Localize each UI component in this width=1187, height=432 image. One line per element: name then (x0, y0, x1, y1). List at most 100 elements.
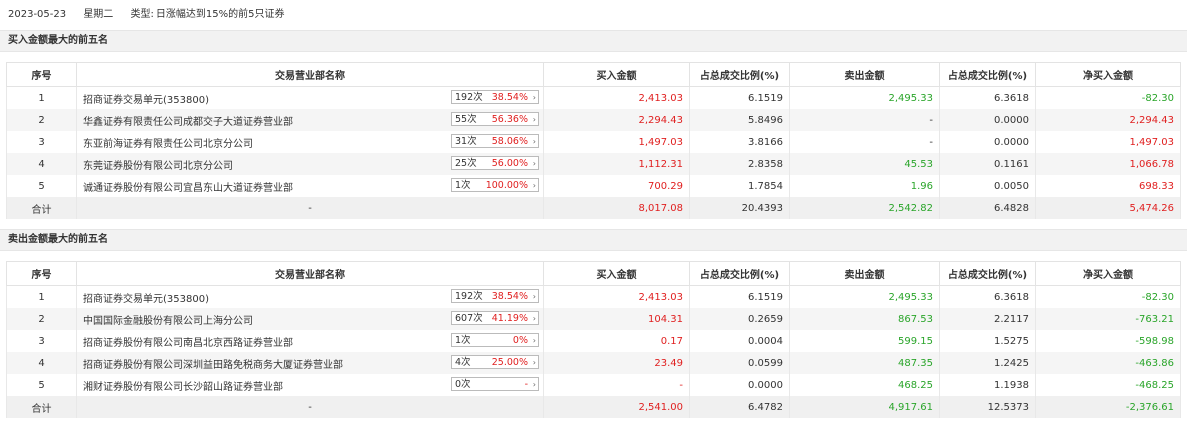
buy-ratio: 6.1519 (689, 86, 790, 109)
branch-name-link[interactable]: 招商证券股份有限公司深圳益田路免税商务大厦证券营业部 (83, 360, 343, 371)
total-label: 合计 (6, 396, 77, 418)
branch-name-cell: 招商证券股份有限公司南昌北京西路证券营业部 1次 0% › (76, 330, 544, 352)
total-label: 合计 (6, 197, 77, 219)
type-value-text: 日涨幅达到15%的前5只证券 (155, 9, 285, 20)
sell-amount: 1.96 (789, 175, 940, 197)
col-buy-ratio: 占总成交比例(%) (689, 62, 790, 87)
sell-table: 序号 交易营业部名称 买入金额 占总成交比例(%) 卖出金额 占总成交比例(%)… (6, 261, 1181, 418)
times-count: 1次 (455, 180, 471, 191)
chevron-right-icon: › (532, 380, 536, 389)
row-no: 5 (6, 175, 77, 197)
buy-ratio: 1.7854 (689, 175, 790, 197)
times-dropdown[interactable]: 31次 58.06% › (451, 134, 539, 148)
col-name: 交易营业部名称 (76, 261, 544, 286)
total-sell-ratio: 12.5373 (939, 396, 1036, 418)
chevron-right-icon: › (532, 181, 536, 190)
row-no: 2 (6, 109, 77, 131)
buy-amount: 1,112.31 (543, 153, 690, 175)
buy-amount: - (543, 374, 690, 396)
col-sell-ratio: 占总成交比例(%) (939, 261, 1036, 286)
branch-name-cell: 中国国际金融股份有限公司上海分公司 607次 41.19% › (76, 308, 544, 330)
date-text: 2023-05-23 (8, 9, 67, 20)
times-dropdown[interactable]: 25次 56.00% › (451, 156, 539, 170)
chevron-right-icon: › (532, 358, 536, 367)
buy-ratio: 0.0004 (689, 330, 790, 352)
times-count: 0次 (455, 379, 471, 390)
chevron-right-icon: › (532, 137, 536, 146)
net-amount: -463.86 (1035, 352, 1181, 374)
times-dropdown[interactable]: 607次 41.19% › (451, 311, 539, 325)
branch-name-link[interactable]: 诚通证券股份有限公司宜昌东山大道证券营业部 (83, 183, 293, 194)
branch-name-link[interactable]: 招商证券交易单元(353800) (83, 95, 209, 106)
type-label-text: 类型: (130, 9, 154, 20)
times-dropdown[interactable]: 192次 38.54% › (451, 90, 539, 104)
buy-ratio: 5.8496 (689, 109, 790, 131)
branch-name-link[interactable]: 中国国际金融股份有限公司上海分公司 (83, 316, 253, 327)
branch-name-link[interactable]: 招商证券股份有限公司南昌北京西路证券营业部 (83, 338, 293, 349)
buy-amount: 1,497.03 (543, 131, 690, 153)
sell-amount: 2,495.33 (789, 86, 940, 109)
net-amount: 2,294.43 (1035, 109, 1181, 131)
total-net: 5,474.26 (1035, 197, 1181, 219)
total-name: - (76, 396, 544, 418)
buy-amount: 0.17 (543, 330, 690, 352)
total-sell-ratio: 6.4828 (939, 197, 1036, 219)
branch-name-cell: 湘财证券股份有限公司长沙韶山路证券营业部 0次 - › (76, 374, 544, 396)
total-buy: 2,541.00 (543, 396, 690, 418)
sell-ratio: 0.1161 (939, 153, 1036, 175)
buy-ratio: 0.0000 (689, 374, 790, 396)
row-no: 4 (6, 352, 77, 374)
branch-name-link[interactable]: 华鑫证券有限责任公司成都交子大道证券营业部 (83, 117, 293, 128)
buy-section-title: 买入金额最大的前五名 (0, 30, 1187, 52)
row-no: 1 (6, 285, 77, 308)
times-percent: 25.00% (491, 357, 528, 368)
buy-ratio: 6.1519 (689, 285, 790, 308)
row-no: 3 (6, 330, 77, 352)
buy-ratio: 0.0599 (689, 352, 790, 374)
times-count: 4次 (455, 357, 471, 368)
times-dropdown[interactable]: 0次 - › (451, 377, 539, 391)
times-dropdown[interactable]: 1次 0% › (451, 333, 539, 347)
top-info-bar: 2023-05-23 星期二 类型: 日涨幅达到15%的前5只证券 (0, 0, 1187, 30)
times-dropdown[interactable]: 55次 56.36% › (451, 112, 539, 126)
times-dropdown[interactable]: 1次 100.00% › (451, 178, 539, 192)
col-buy: 买入金额 (543, 261, 690, 286)
times-dropdown[interactable]: 192次 38.54% › (451, 289, 539, 303)
branch-name-cell: 招商证券股份有限公司深圳益田路免税商务大厦证券营业部 4次 25.00% › (76, 352, 544, 374)
times-count: 1次 (455, 335, 471, 346)
col-no: 序号 (6, 261, 77, 286)
chevron-right-icon: › (532, 292, 536, 301)
col-net: 净买入金额 (1035, 62, 1181, 87)
total-row: 合计 -8,017.08 20.4393 2,542.82 6.4828 5,474.26 (6, 197, 1181, 219)
times-percent: - (524, 379, 528, 390)
type-label: 类型: 日涨幅达到15%的前5只证券 (131, 9, 285, 20)
net-amount: -82.30 (1035, 86, 1181, 109)
times-percent: 41.19% (491, 313, 528, 324)
net-amount: 698.33 (1035, 175, 1181, 197)
branch-name-link[interactable]: 招商证券交易单元(353800) (83, 294, 209, 305)
sell-ratio: 1.1938 (939, 374, 1036, 396)
branch-name-cell: 诚通证券股份有限公司宜昌东山大道证券营业部 1次 100.00% › (76, 175, 544, 197)
buy-amount: 700.29 (543, 175, 690, 197)
times-dropdown[interactable]: 4次 25.00% › (451, 355, 539, 369)
times-count: 192次 (455, 291, 483, 302)
buy-ratio: 3.8166 (689, 131, 790, 153)
times-percent: 100.00% (485, 180, 528, 191)
sell-amount: 2,495.33 (789, 285, 940, 308)
net-amount: -598.98 (1035, 330, 1181, 352)
sell-amount: 468.25 (789, 374, 940, 396)
buy-ratio: 2.8358 (689, 153, 790, 175)
branch-name-link[interactable]: 湘财证券股份有限公司长沙韶山路证券营业部 (83, 382, 283, 393)
buy-ratio: 0.2659 (689, 308, 790, 330)
col-sell-ratio: 占总成交比例(%) (939, 62, 1036, 87)
times-percent: 0% (512, 335, 528, 346)
times-percent: 58.06% (491, 136, 528, 147)
sell-ratio: 6.3618 (939, 86, 1036, 109)
col-net: 净买入金额 (1035, 261, 1181, 286)
branch-name-cell: 东莞证券股份有限公司北京分公司 25次 56.00% › (76, 153, 544, 175)
buy-amount: 2,294.43 (543, 109, 690, 131)
branch-name-link[interactable]: 东莞证券股份有限公司北京分公司 (83, 161, 233, 172)
sell-amount: - (789, 109, 940, 131)
branch-name-link[interactable]: 东亚前海证券有限责任公司北京分公司 (83, 139, 253, 150)
total-sell: 4,917.61 (789, 396, 940, 418)
